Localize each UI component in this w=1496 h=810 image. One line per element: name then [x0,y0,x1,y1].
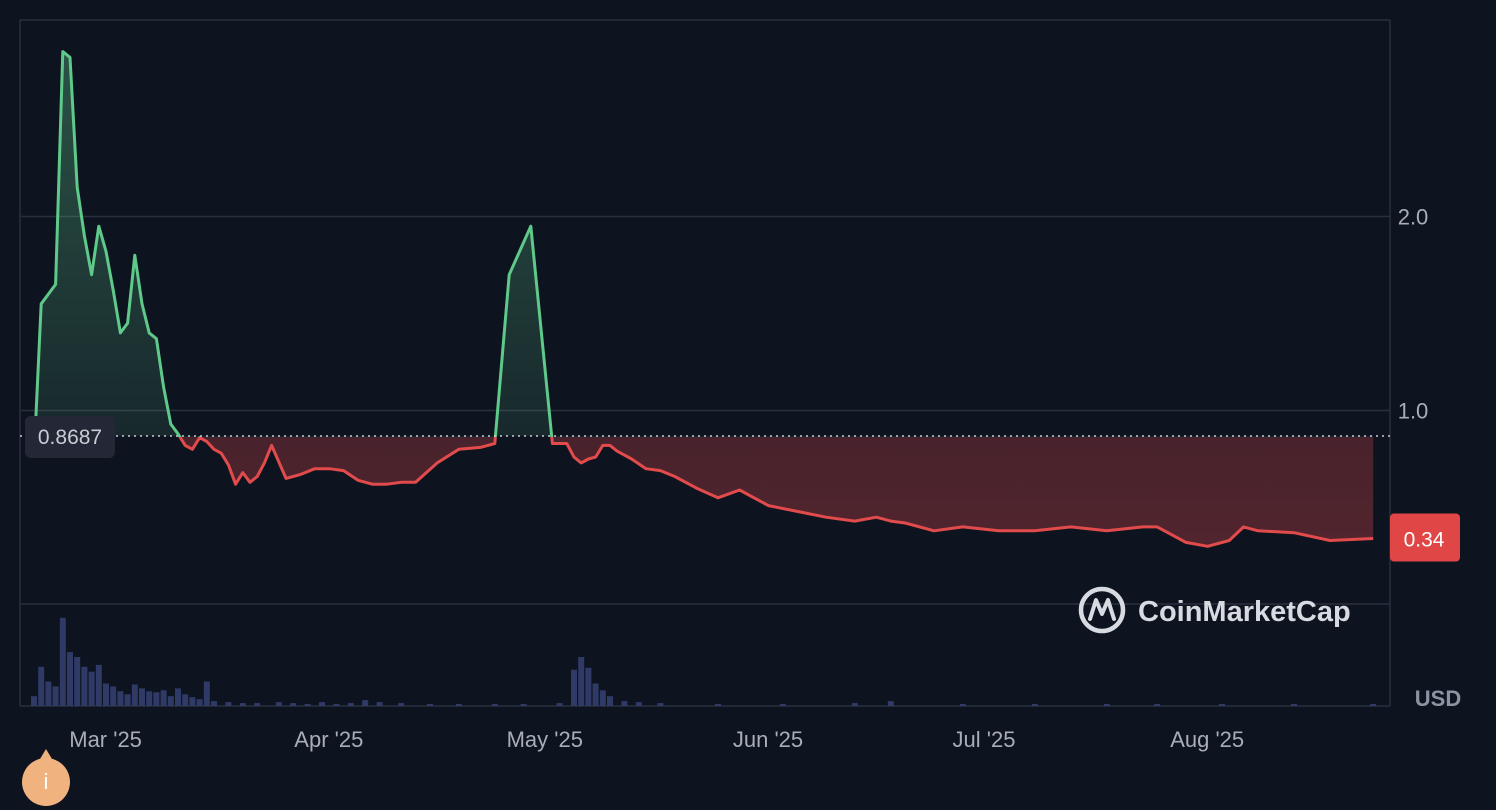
price-area-below [34,437,1374,547]
x-tick-label: Jun '25 [733,727,803,752]
currency-label: USD [1415,686,1461,711]
x-tick-label: Apr '25 [294,727,363,752]
volume-bar [124,694,131,706]
x-axis: Mar '25 Apr '25 May '25 Jun '25 Jul '25 Aug '… [69,727,1244,752]
volume-bar [657,703,664,706]
volume-bar [81,666,88,706]
x-tick-label: Jul '25 [953,727,1016,752]
volume-bar [189,697,196,706]
volume-bar [182,694,189,706]
volume-bar [599,690,606,706]
volume-bar [571,669,577,706]
volume-bar [304,704,311,706]
watermark-text: CoinMarketCap [1138,596,1351,628]
volume-bar [398,703,405,706]
volume-bar [139,688,145,706]
volume-bar [103,683,109,706]
volume-bar [225,702,232,706]
y-tick-label: 1.0 [1398,399,1429,424]
reference-badge: 0.8687 [25,415,115,458]
chart-canvas[interactable]: 1.0 2.0 Mar '25 Apr '25 May '25 Jun '25 Jul '… [0,0,1496,810]
volume-bar [362,700,369,706]
volume-bar [175,688,181,706]
current-price-label: 0.34 [1404,529,1445,552]
volume-bar [31,696,37,706]
volume-bar [88,671,95,706]
volume-bar [117,691,124,706]
x-tick-label: Mar '25 [69,727,142,752]
volume-bar [290,703,297,706]
volume-bar [779,704,786,706]
volume-bar [275,702,282,706]
volume-bar [887,701,894,706]
volume-bar [585,667,592,706]
volume-bar [254,703,261,706]
volume-bar [607,696,613,706]
volume-bar [578,657,585,706]
volume-bar [167,696,174,706]
volume-bar [851,703,858,706]
volume-bar [592,683,599,706]
volume-bars [31,617,1377,706]
volume-bar [203,681,210,706]
volume-bar [715,704,721,706]
volume-bar [67,652,73,706]
volume-bar [319,702,325,706]
y-axis: 1.0 2.0 [1398,205,1429,424]
volume-bar [110,686,117,706]
volume-bar [1370,704,1377,706]
reference-value-label: 0.8687 [38,426,102,449]
volume-bar [131,684,138,706]
info-button[interactable]: i [22,749,70,806]
volume-bar [1103,704,1110,706]
volume-bar [455,704,462,706]
volume-bar [95,664,102,706]
volume-bar [635,702,642,706]
coinmarketcap-watermark: CoinMarketCap [1078,586,1351,634]
volume-bar [333,704,340,706]
volume-bar [959,704,966,706]
volume-bar [1031,704,1038,706]
volume-bar [491,704,498,706]
current-price-badge: 0.34 [1390,513,1460,562]
volume-bar [211,701,217,706]
volume-bar [74,657,81,706]
y-tick-label: 2.0 [1398,205,1429,230]
volume-bar [376,702,383,706]
volume-bar [45,681,52,706]
price-chart[interactable]: 1.0 2.0 Mar '25 Apr '25 May '25 Jun '25 Jul '… [0,0,1496,810]
info-icon: i [43,769,49,794]
volume-bar [239,703,246,706]
volume-bar [556,703,563,706]
x-tick-label: May '25 [507,727,583,752]
price-area [34,51,1374,547]
volume-bar [1154,704,1161,706]
volume-bar [52,686,59,706]
volume-bar [196,699,203,706]
x-tick-label: Aug '25 [1170,727,1244,752]
coinmarketcap-logo-icon [1078,586,1126,634]
volume-bar [520,704,527,706]
volume-bar [1219,704,1225,706]
volume-bar [621,701,628,706]
volume-bar [38,666,45,706]
volume-bar [153,692,160,706]
volume-bar [1291,704,1297,706]
volume-bar [160,690,167,706]
volume-bar [427,704,433,706]
volume-bar [59,617,66,706]
volume-bar [347,703,354,706]
volume-bar [146,691,153,706]
